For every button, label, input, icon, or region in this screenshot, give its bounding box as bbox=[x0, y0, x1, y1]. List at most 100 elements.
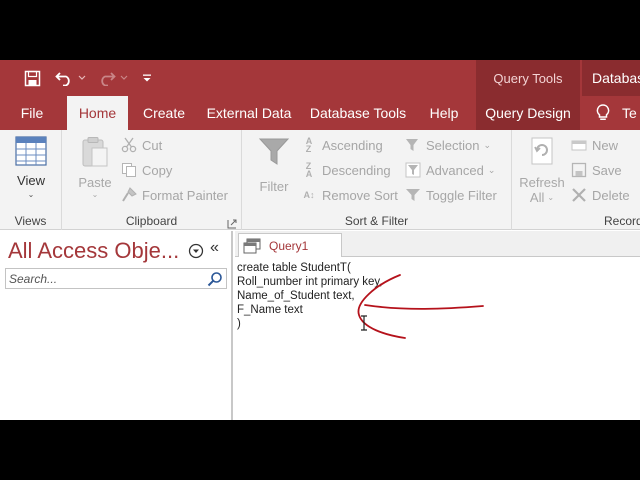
save-icon[interactable] bbox=[20, 66, 44, 90]
customize-qat-icon[interactable] bbox=[140, 66, 154, 90]
tab-tell-me[interactable]: Te bbox=[588, 96, 640, 130]
filter-button[interactable]: Filter bbox=[254, 136, 294, 194]
advanced-label: Advanced bbox=[426, 162, 484, 178]
refresh-label: Refresh bbox=[519, 175, 565, 190]
dialog-launcher-icon[interactable] bbox=[227, 216, 237, 229]
paintbrush-icon bbox=[120, 186, 138, 204]
sort-ascending-icon: AZ bbox=[305, 136, 313, 154]
nav-search-box bbox=[5, 268, 227, 289]
undo-dropdown-icon[interactable] bbox=[76, 66, 88, 90]
selection-filter-icon bbox=[404, 136, 422, 154]
sql-line: create table StudentT( bbox=[237, 262, 351, 274]
records-group-label: Record bbox=[604, 214, 640, 228]
chevron-down-icon: ⌄ bbox=[483, 139, 492, 150]
selection-button[interactable]: Selection ⌄ bbox=[404, 134, 491, 156]
ribbon: View ⌄ Views Paste ⌄ Cut Copy Format Pai… bbox=[0, 130, 640, 230]
save-record-icon bbox=[570, 161, 588, 179]
collapse-nav-icon[interactable]: « bbox=[210, 239, 219, 257]
format-painter-label: Format Painter bbox=[142, 187, 228, 203]
ascending-label: Ascending bbox=[322, 137, 383, 153]
refresh-all-button[interactable]: Refresh All ⌄ bbox=[518, 136, 566, 205]
nav-search-input[interactable] bbox=[9, 270, 205, 287]
chevron-down-icon: ⌄ bbox=[547, 193, 555, 202]
cut-label: Cut bbox=[142, 137, 163, 153]
format-painter-button[interactable]: Format Painter bbox=[120, 184, 228, 206]
sort-filter-group-label: Sort & Filter bbox=[344, 214, 409, 228]
ribbon-tabs: File Home Create External Data Database … bbox=[0, 96, 640, 130]
toggle-filter-label: Toggle Filter bbox=[426, 187, 497, 203]
view-label: View bbox=[17, 173, 45, 188]
tab-create[interactable]: Create bbox=[134, 96, 194, 130]
paste-icon bbox=[80, 136, 110, 171]
paste-button[interactable]: Paste ⌄ bbox=[74, 136, 116, 199]
remove-sort-icon: A↕ bbox=[303, 190, 315, 200]
records-group: Refresh All ⌄ New Save Delete Record bbox=[512, 130, 640, 230]
chevron-down-icon: ⌄ bbox=[487, 164, 496, 175]
toggle-filter-button[interactable]: Toggle Filter bbox=[404, 184, 497, 206]
nav-menu-icon[interactable] bbox=[188, 243, 204, 259]
refresh-all-sublabel: All ⌄ bbox=[529, 190, 555, 205]
text-cursor-icon bbox=[360, 315, 368, 336]
funnel-icon bbox=[258, 136, 290, 171]
view-button[interactable]: View ⌄ bbox=[8, 136, 54, 199]
tab-home[interactable]: Home bbox=[67, 96, 128, 130]
query1-tab-label: Query1 bbox=[269, 238, 309, 253]
advanced-filter-icon bbox=[404, 161, 422, 179]
paste-label: Paste bbox=[78, 175, 112, 190]
views-group: View ⌄ Views bbox=[0, 130, 62, 230]
sql-line: ) bbox=[237, 318, 241, 330]
sql-editor[interactable]: create table StudentT( Roll_number int p… bbox=[237, 261, 637, 419]
copy-icon bbox=[120, 161, 138, 179]
chevron-down-icon: ⌄ bbox=[27, 190, 35, 199]
delete-record-button[interactable]: Delete bbox=[570, 184, 630, 206]
tell-me-label: Te bbox=[622, 105, 637, 121]
save-record-button[interactable]: Save bbox=[570, 159, 622, 181]
descending-label: Descending bbox=[322, 162, 391, 178]
refresh-icon bbox=[527, 136, 557, 171]
query-tools-context-label: Query Tools bbox=[476, 60, 580, 96]
descending-button[interactable]: ZA Descending bbox=[300, 159, 391, 181]
delete-label: Delete bbox=[592, 187, 630, 203]
redo-dropdown-icon[interactable] bbox=[118, 66, 130, 90]
sort-filter-group: Filter AZ Ascending ZA Descending A↕ Rem… bbox=[242, 130, 512, 230]
sql-line: F_Name text bbox=[237, 304, 303, 316]
selection-label: Selection bbox=[426, 137, 480, 153]
document-area: Query1 create table StudentT( Roll_numbe… bbox=[235, 231, 640, 420]
navigation-pane: All Access Obje... « bbox=[0, 231, 233, 420]
document-tab-bar: Query1 bbox=[235, 231, 640, 257]
sql-line: Roll_number int primary key, bbox=[237, 276, 383, 288]
new-label: New bbox=[592, 137, 619, 153]
tab-database-tools[interactable]: Database Tools bbox=[306, 96, 410, 130]
copy-label: Copy bbox=[142, 162, 173, 178]
access-window: Query Tools Databas File Home Create Ext… bbox=[0, 60, 640, 420]
sql-line: Name_of_Student text, bbox=[237, 290, 355, 302]
nav-pane-title[interactable]: All Access Obje... bbox=[8, 238, 179, 264]
redo-icon[interactable] bbox=[96, 66, 118, 90]
title-bar: Query Tools Databas bbox=[0, 60, 640, 96]
delete-x-icon bbox=[570, 186, 588, 204]
save-label: Save bbox=[592, 162, 622, 178]
tab-query-design[interactable]: Query Design bbox=[476, 96, 580, 130]
remove-sort-label: Remove Sort bbox=[322, 187, 398, 203]
advanced-button[interactable]: Advanced ⌄ bbox=[404, 159, 495, 181]
search-icon[interactable] bbox=[207, 271, 223, 287]
scissors-icon bbox=[120, 136, 138, 154]
chevron-down-icon: ⌄ bbox=[91, 190, 99, 199]
remove-sort-button[interactable]: A↕ Remove Sort bbox=[300, 184, 398, 206]
filter-label: Filter bbox=[259, 179, 289, 194]
tab-external-data[interactable]: External Data bbox=[202, 96, 296, 130]
tab-help[interactable]: Help bbox=[418, 96, 470, 130]
sort-descending-icon: ZA bbox=[305, 161, 313, 179]
ascending-button[interactable]: AZ Ascending bbox=[300, 134, 383, 156]
tab-file[interactable]: File bbox=[8, 96, 56, 130]
cut-button[interactable]: Cut bbox=[120, 134, 162, 156]
datasheet-view-icon bbox=[15, 136, 47, 169]
undo-icon[interactable] bbox=[52, 66, 76, 90]
query-icon bbox=[243, 238, 261, 254]
tab-query1[interactable]: Query1 bbox=[238, 233, 342, 257]
clipboard-group: Paste ⌄ Cut Copy Format Painter Clipboar… bbox=[62, 130, 242, 230]
new-record-icon bbox=[570, 136, 588, 154]
lightbulb-icon bbox=[596, 104, 610, 122]
new-record-button[interactable]: New bbox=[570, 134, 618, 156]
copy-button[interactable]: Copy bbox=[120, 159, 172, 181]
